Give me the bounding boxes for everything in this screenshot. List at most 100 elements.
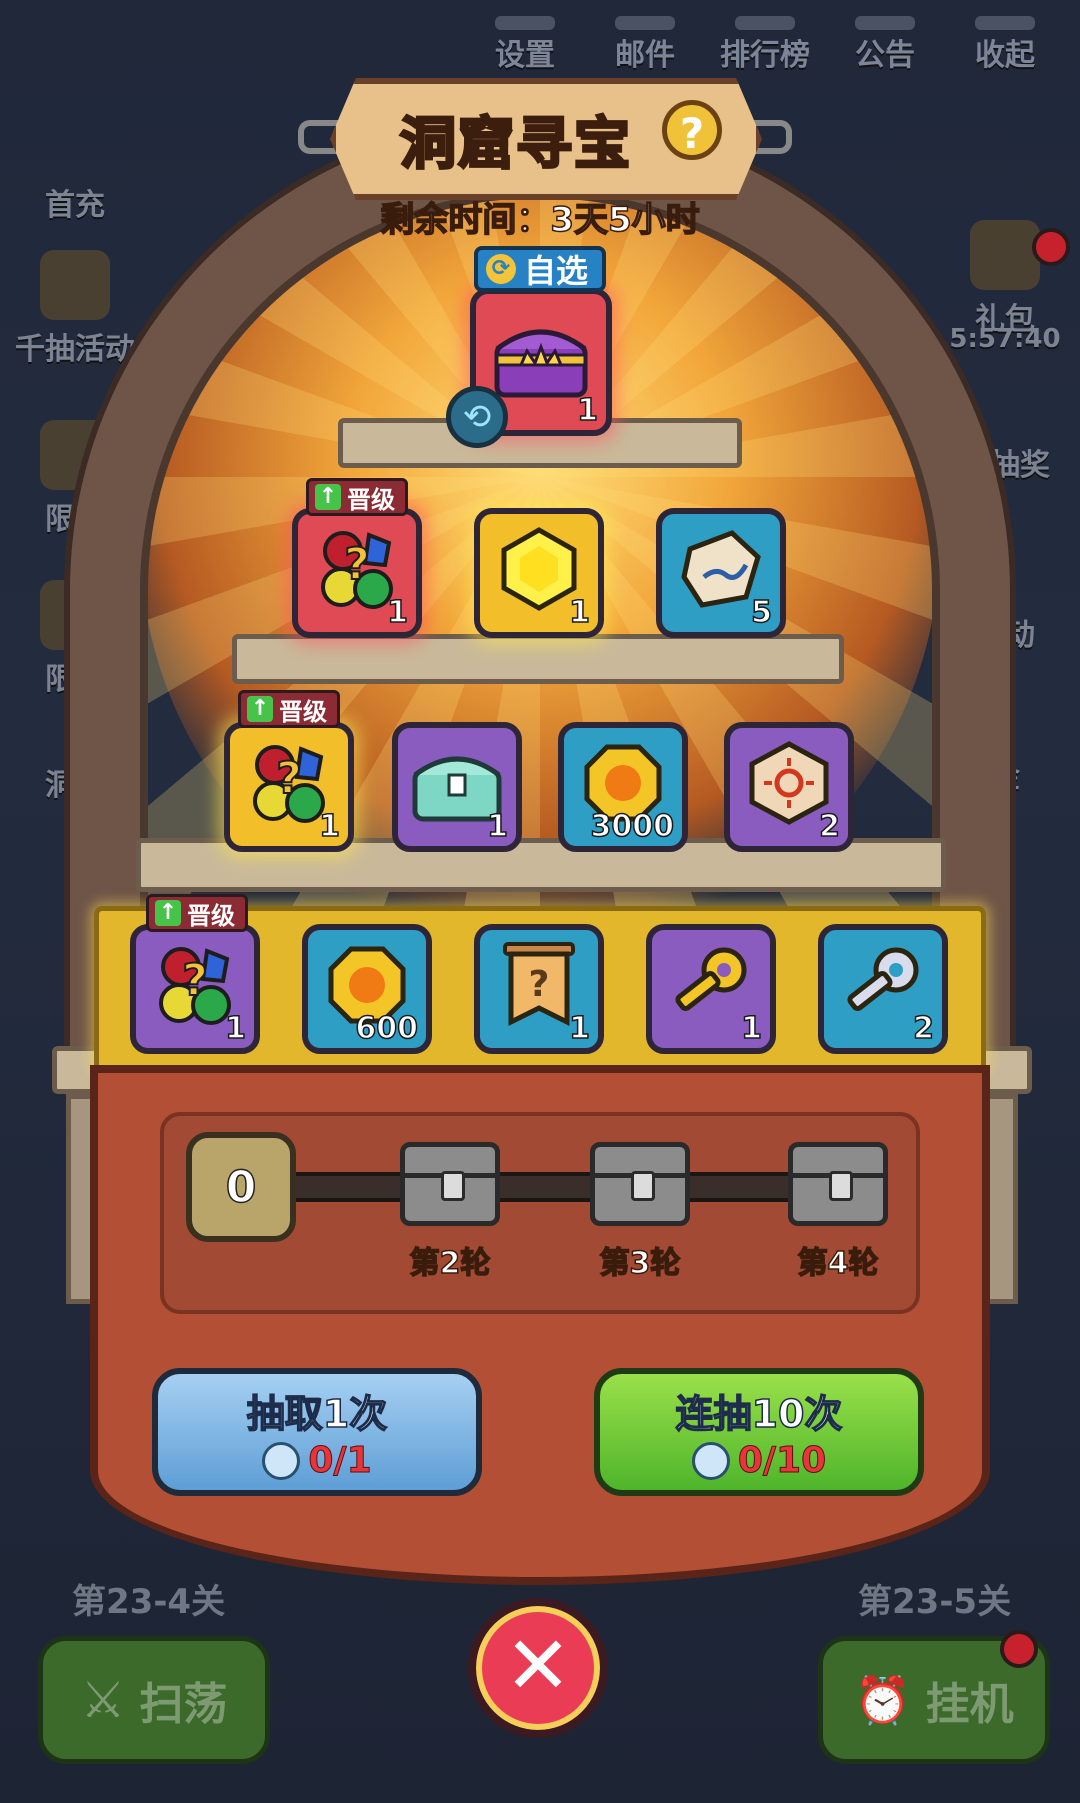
side-thousand-draw[interactable]: 千抽活动	[0, 250, 150, 368]
help-button[interactable]: ?	[662, 100, 722, 160]
milestone-label: 第4轮	[797, 1245, 879, 1282]
card-icon	[40, 250, 110, 320]
reward-count: 1	[568, 1010, 590, 1047]
milestone-label: 第2轮	[409, 1245, 491, 1282]
reward-count: 1	[318, 808, 340, 845]
reward-count: 1	[568, 594, 590, 631]
nav-mail[interactable]: 邮件	[600, 0, 690, 73]
nav-announcement-label: 公告	[855, 38, 915, 73]
upgrade-tag: ↑ 晋级	[306, 478, 408, 516]
up-arrow-icon: ↑	[247, 696, 273, 722]
reward-slot[interactable]: 1	[392, 722, 522, 852]
custom-select-tag[interactable]: ⟳ 自选	[474, 246, 607, 292]
svg-text:?: ?	[344, 539, 370, 590]
reward-count: 2	[818, 808, 840, 845]
reward-count: 5	[750, 594, 772, 631]
notification-dot	[1032, 228, 1070, 266]
side-first-recharge-label: 首充	[45, 188, 105, 223]
draw-once-button[interactable]: 抽取1次 0/1	[152, 1368, 482, 1496]
swords-icon: ⚔	[80, 1671, 126, 1729]
nav-collapse-label: 收起	[975, 38, 1035, 73]
reward-count: 1	[740, 1010, 762, 1047]
upgrade-tag-label: 晋级	[347, 485, 395, 514]
reward-count: 1	[386, 594, 408, 631]
draw-once-label: 抽取1次	[246, 1391, 388, 1437]
reward-count: 600	[355, 1010, 419, 1047]
svg-text:?: ?	[276, 753, 302, 804]
gear-icon	[495, 16, 555, 30]
reward-count: 1	[486, 808, 508, 845]
sweep-button[interactable]: ⚔ 扫荡	[38, 1636, 270, 1764]
reward-slot[interactable]: ? 1	[130, 924, 260, 1054]
refresh-button[interactable]: ⟲	[446, 386, 508, 448]
idle-notification-dot	[1000, 1630, 1038, 1668]
reward-slot[interactable]: 2	[724, 722, 854, 852]
chest-icon	[788, 1142, 888, 1226]
announcement-icon	[855, 16, 915, 30]
up-arrow-icon: ↑	[315, 484, 341, 510]
custom-select-label: 自选	[524, 252, 589, 290]
upgrade-tag: ↑ 晋级	[238, 690, 340, 728]
upgrade-tag: ↑ 晋级	[146, 894, 248, 932]
progress-track	[280, 1172, 860, 1202]
reward-slot[interactable]: ? 1	[292, 508, 422, 638]
upgrade-tag-label: 晋级	[279, 697, 327, 726]
close-button[interactable]: ✕	[468, 1598, 608, 1738]
milestone-round-2[interactable]	[400, 1142, 500, 1234]
ranking-icon	[735, 16, 795, 30]
reward-count: 3000	[590, 808, 675, 845]
crown-chest-icon	[491, 315, 591, 403]
alarm-clock-icon: ⏰	[854, 1672, 912, 1727]
top-nav: 设置 邮件 排行榜 公告 收起	[480, 0, 1050, 73]
refresh-icon: ⟲	[462, 397, 492, 437]
nav-ranking-label: 排行榜	[720, 38, 810, 73]
draw-ten-button[interactable]: 连抽10次 0/10	[594, 1368, 924, 1496]
chest-icon	[400, 1142, 500, 1226]
draw-once-cost-value: 0/1	[308, 1440, 372, 1482]
nav-ranking[interactable]: 排行榜	[720, 0, 810, 73]
mystery-banner-icon: ?	[499, 940, 579, 1034]
reward-slot[interactable]: 2	[818, 924, 948, 1054]
reward-slot[interactable]: ? 1	[224, 722, 354, 852]
ticket-icon	[691, 1441, 730, 1480]
reward-slot[interactable]: 5	[656, 508, 786, 638]
svg-text:?: ?	[182, 955, 208, 1006]
reward-count: 2	[912, 1010, 934, 1047]
side-countdown-label: 5:57:40	[949, 324, 1061, 354]
side-countdown: 5:57:40	[930, 324, 1080, 354]
side-thousand-draw-label: 千抽活动	[15, 332, 135, 367]
stage-left-label: 第23-4关	[72, 1582, 226, 1622]
remaining-time: 剩余时间：3天5小时	[380, 199, 701, 241]
reward-count: 1	[224, 1010, 246, 1047]
stage-right-label: 第23-5关	[858, 1582, 1012, 1622]
mail-icon	[615, 16, 675, 30]
side-first-recharge[interactable]: 首充	[0, 180, 150, 224]
draw-ten-cost: 0/10	[691, 1440, 827, 1482]
swap-icon: ⟳	[486, 254, 516, 284]
reward-slot[interactable]: 1	[646, 924, 776, 1054]
chest-icon	[590, 1142, 690, 1226]
nav-announcement[interactable]: 公告	[840, 0, 930, 73]
nav-mail-label: 邮件	[615, 38, 675, 73]
reward-count: 1	[576, 392, 598, 429]
milestone-round-3[interactable]	[590, 1142, 690, 1234]
idle-button-label: 挂机	[925, 1679, 1014, 1730]
reward-slot[interactable]: 1	[474, 508, 604, 638]
nav-settings-label: 设置	[495, 38, 555, 73]
up-arrow-icon: ↑	[155, 900, 181, 926]
ticket-icon	[262, 1441, 301, 1480]
reward-slot[interactable]: 600	[302, 924, 432, 1054]
reward-slot[interactable]: ? 1	[474, 924, 604, 1054]
milestone-label: 第3轮	[599, 1245, 681, 1282]
svg-text:?: ?	[529, 964, 550, 1005]
milestone-round-4[interactable]	[788, 1142, 888, 1234]
upgrade-tag-label: 晋级	[187, 901, 235, 930]
draw-ten-cost-value: 0/10	[737, 1440, 827, 1482]
draw-once-cost: 0/1	[262, 1440, 372, 1482]
gift-box-icon	[970, 220, 1040, 290]
sweep-button-label: 扫荡	[139, 1679, 228, 1730]
popup-title: 洞窟寻宝	[399, 110, 632, 178]
nav-collapse[interactable]: 收起	[960, 0, 1050, 73]
reward-slot[interactable]: 3000	[558, 722, 688, 852]
nav-settings[interactable]: 设置	[480, 0, 570, 73]
